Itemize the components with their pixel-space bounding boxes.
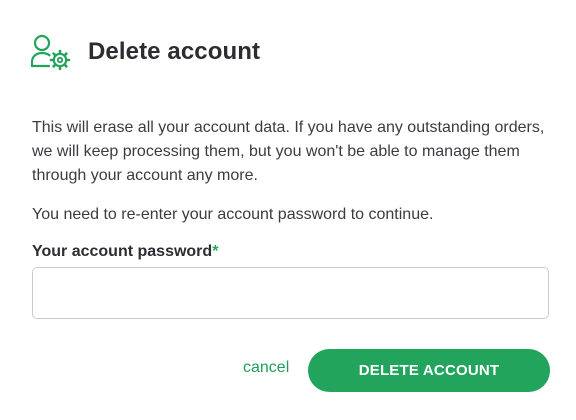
required-mark: * xyxy=(212,243,219,260)
password-instruction: You need to re-enter your account passwo… xyxy=(32,206,434,223)
password-input[interactable] xyxy=(32,267,549,319)
user-gear-icon xyxy=(30,34,72,71)
cancel-link[interactable]: cancel xyxy=(243,359,289,377)
delete-account-dialog: Delete account This will erase all your … xyxy=(0,0,576,420)
password-label: Your account password* xyxy=(32,243,218,261)
dialog-description: This will erase all your account data. I… xyxy=(32,119,545,184)
password-label-text: Your account password xyxy=(32,243,213,260)
dialog-title: Delete account xyxy=(88,38,261,65)
delete-account-button[interactable]: DELETE ACCOUNT xyxy=(308,349,550,392)
dialog-header: Delete account xyxy=(30,34,261,71)
